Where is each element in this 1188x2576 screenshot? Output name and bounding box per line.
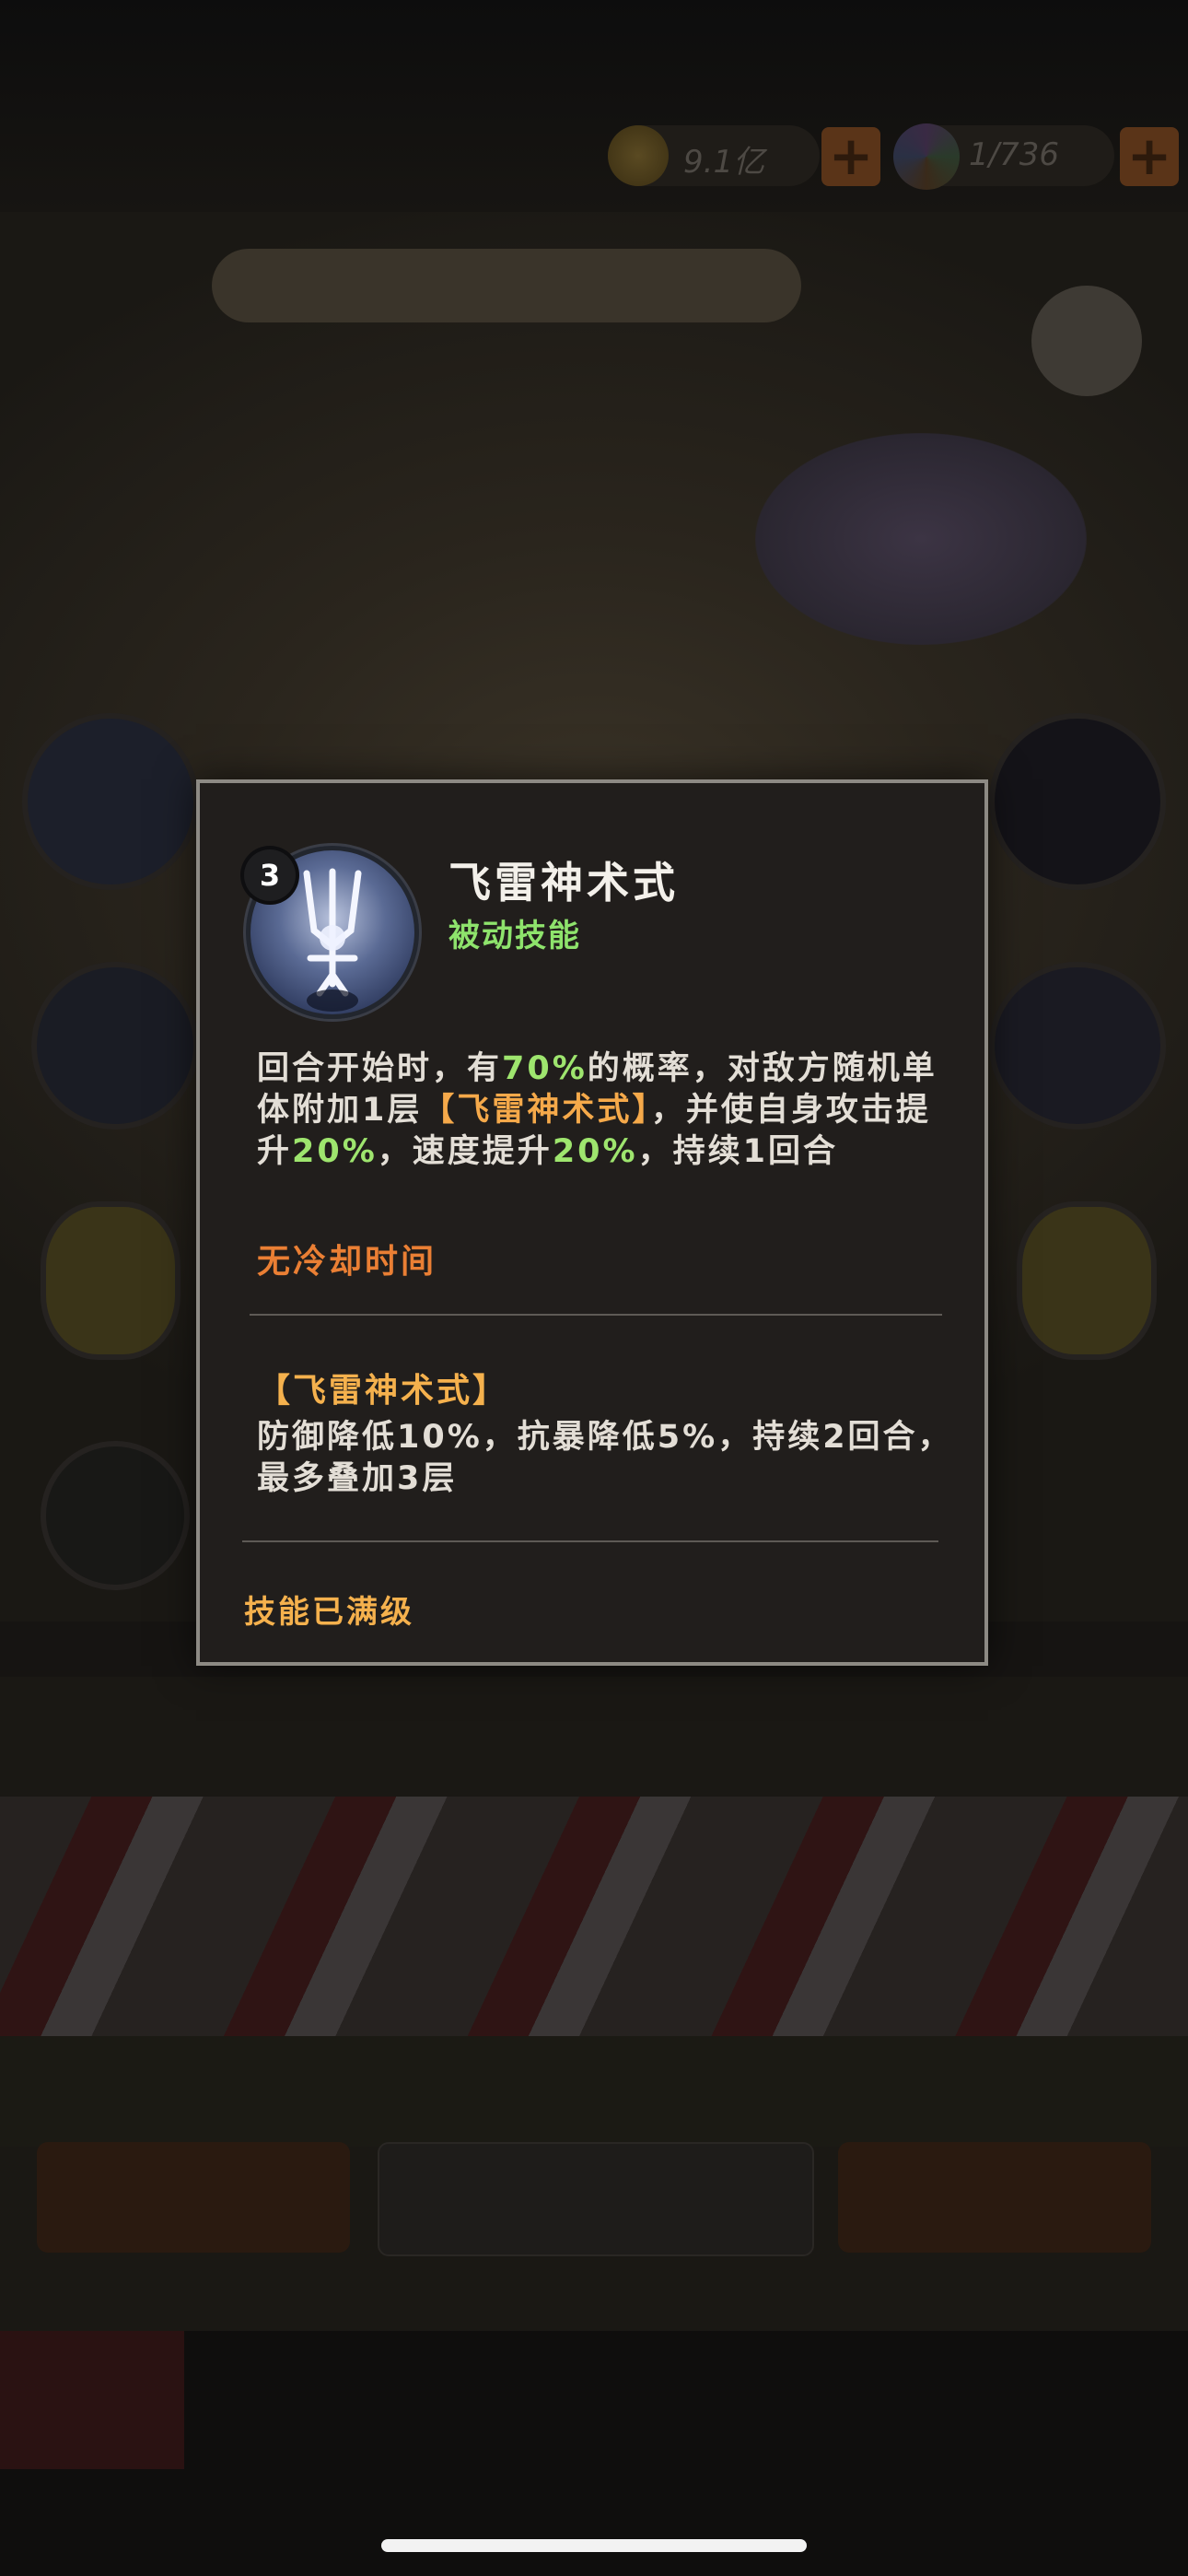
add-gems-button[interactable]: + <box>1120 127 1179 186</box>
background-settings-icon <box>1031 286 1142 396</box>
background-banner <box>212 249 801 322</box>
background-skill-slot <box>995 719 1160 884</box>
background-button <box>37 2142 350 2253</box>
background-card-row <box>0 1797 1188 2036</box>
desc-effect-link: 【飞雷神术式】 <box>422 1092 651 1129</box>
background-skill-slot <box>28 719 193 884</box>
background-nav-active <box>0 2331 184 2469</box>
skill-type-label: 被动技能 <box>448 918 581 954</box>
background-skill-slot <box>1022 1207 1151 1354</box>
cooldown-label: 无冷却时间 <box>257 1243 437 1281</box>
background-skill-slot <box>46 1446 184 1585</box>
skill-max-level-label: 技能已满级 <box>244 1594 414 1631</box>
desc-attack-value: 20% <box>292 1133 378 1170</box>
effect-description: 防御降低10%，抗暴降低5%，持续2回合，最多叠加3层 <box>257 1419 953 1497</box>
background-character <box>755 433 1087 645</box>
background-footer <box>0 2036 1188 2147</box>
gem-icon <box>893 123 960 190</box>
background-button <box>838 2142 1151 2253</box>
gem-amount: 1/736 <box>969 136 1059 173</box>
skill-detail-popup: 3 飞雷神术式 被动技能 回合开始时，有70%的概率，对敌方随机单体附加1层【飞… <box>196 779 988 1666</box>
skill-name: 飞雷神术式 <box>448 858 679 907</box>
skill-description: 回合开始时，有70%的概率，对敌方随机单体附加1层【飞雷神术式】，并使自身攻击提… <box>257 1048 957 1173</box>
section-divider <box>242 1540 938 1542</box>
section-divider <box>250 1314 942 1316</box>
desc-speed-value: 20% <box>552 1133 638 1170</box>
background-skill-slot <box>46 1207 175 1354</box>
coin-icon <box>608 125 669 186</box>
desc-text: ，持续1回合 <box>637 1133 838 1170</box>
skill-level-badge: 3 <box>244 849 296 901</box>
top-resource-bar: 9.1亿 + 1/736 + <box>0 0 1188 212</box>
coin-amount: 9.1亿 <box>683 144 765 181</box>
background-button <box>378 2142 814 2256</box>
desc-chance-value: 70% <box>502 1050 588 1087</box>
background-skill-slot <box>995 967 1160 1124</box>
add-coins-button[interactable]: + <box>821 127 880 186</box>
home-indicator[interactable] <box>381 2539 807 2552</box>
effect-title: 【飞雷神术式】 <box>257 1372 509 1410</box>
desc-text: ，速度提升 <box>377 1133 553 1170</box>
desc-text: 回合开始时，有 <box>257 1050 503 1087</box>
background-skill-slot <box>37 967 193 1124</box>
